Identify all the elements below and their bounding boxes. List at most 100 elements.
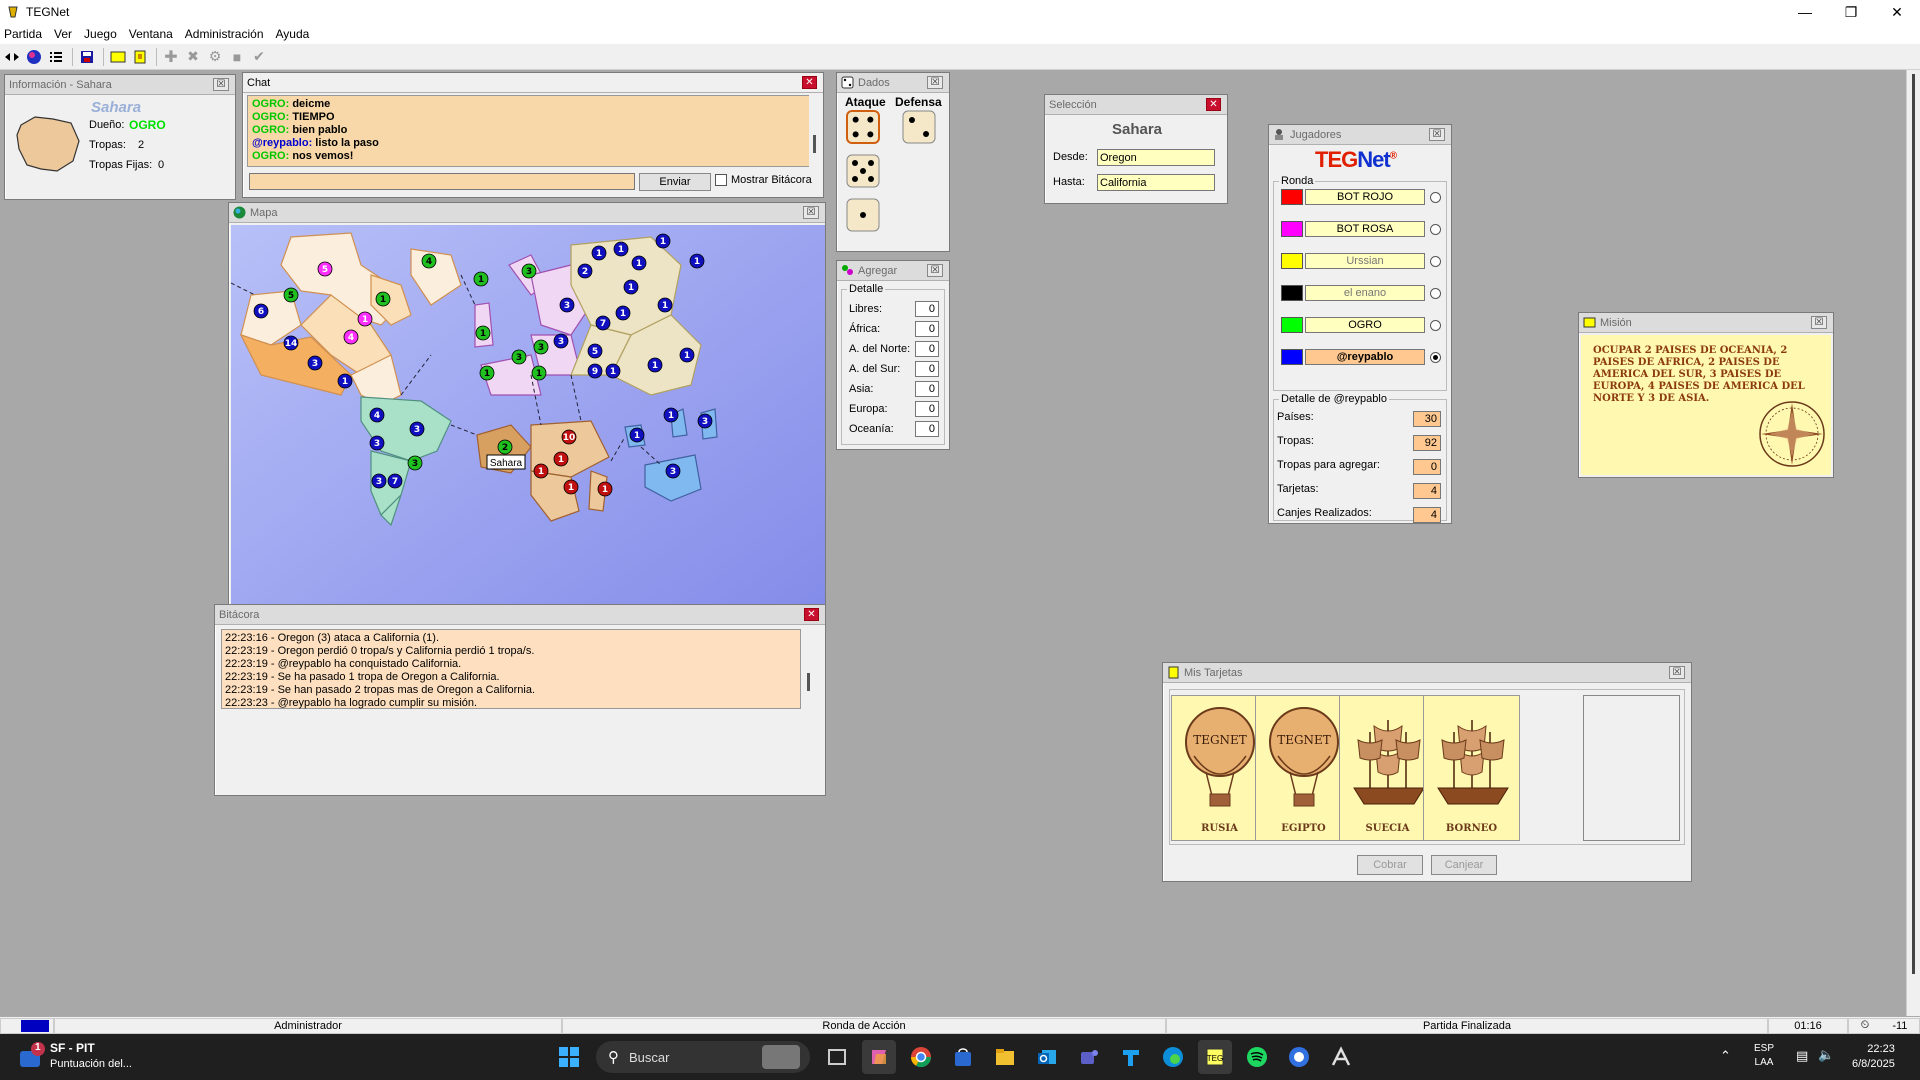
country-card[interactable]: SUECIA [1339,695,1436,841]
army-marker[interactable]: 1 [473,271,489,287]
army-marker[interactable]: 1 [613,241,629,257]
send-button[interactable]: Enviar [639,173,711,191]
army-marker[interactable]: 3 [559,297,575,313]
mission-icon[interactable] [108,47,128,67]
chat-messages[interactable]: OGRO: deicme OGRO: TIEMPO OGRO: bien pablo… [247,95,811,167]
player-row[interactable]: BOT ROSA [1279,221,1445,253]
player-turn-radio[interactable] [1430,192,1441,203]
army-marker[interactable]: 6 [253,303,269,319]
army-marker[interactable]: 1 [531,365,547,381]
army-marker[interactable]: 1 [629,427,645,443]
player-row[interactable]: OGRO [1279,317,1445,349]
tegnet-taskbar-icon[interactable]: TEG [1198,1040,1232,1074]
army-marker[interactable]: 3 [369,435,385,451]
chat-input[interactable] [249,173,635,190]
collect-button[interactable]: Cobrar [1357,855,1423,875]
army-marker[interactable]: 2 [497,439,513,455]
add-close-icon[interactable]: ☒ [927,264,943,277]
dice-close-icon[interactable]: ☒ [927,76,943,89]
army-marker[interactable]: 14 [283,335,299,351]
army-marker[interactable]: 4 [343,329,359,345]
show-log-checkbox[interactable] [715,174,727,186]
army-marker[interactable]: 1 [663,407,679,423]
army-marker[interactable]: 1 [337,373,353,389]
army-marker[interactable]: 3 [371,473,387,489]
army-marker[interactable]: 3 [533,339,549,355]
connect-icon[interactable] [2,47,22,67]
menu-partida[interactable]: Partida [4,27,42,41]
notification-widget[interactable]: 1 [16,1041,48,1073]
player-turn-radio[interactable] [1430,352,1441,363]
army-marker[interactable]: 1 [657,297,673,313]
chat-scrollbar[interactable] [809,95,821,167]
close-icon[interactable]: ✕ [1874,0,1920,24]
army-marker[interactable]: 3 [665,463,681,479]
chrome-icon[interactable] [904,1040,938,1074]
army-marker[interactable]: 3 [521,263,537,279]
info-window-titlebar[interactable]: Información - Sahara ☒ [5,75,235,95]
exchange-button[interactable]: Canjear [1431,855,1497,875]
army-marker[interactable]: 1 [479,365,495,381]
army-marker[interactable]: 1 [679,347,695,363]
menu-administracion[interactable]: Administración [185,27,264,41]
army-marker[interactable]: 1 [563,479,579,495]
army-marker[interactable]: 3 [407,455,423,471]
army-marker[interactable]: 1 [597,481,613,497]
player-turn-radio[interactable] [1430,224,1441,235]
player-row[interactable]: el enano [1279,285,1445,317]
country-card[interactable]: TEGNET EGIPTO [1255,695,1352,841]
player-row[interactable]: Urssian [1279,253,1445,285]
army-marker[interactable]: 1 [647,357,663,373]
army-marker[interactable]: 9 [587,363,603,379]
army-marker[interactable]: 3 [553,333,569,349]
spotify-icon[interactable] [1240,1040,1274,1074]
players-window-titlebar[interactable]: Jugadores ☒ [1269,125,1451,145]
dice-window-titlebar[interactable]: Dados ☒ [837,73,949,93]
army-marker[interactable]: 3 [511,349,527,365]
task-view-icon[interactable] [820,1040,854,1074]
mission-close-icon[interactable]: ☒ [1811,316,1827,329]
army-marker[interactable]: 1 [553,451,569,467]
log-window-titlebar[interactable]: Bitácora ✕ [215,605,825,625]
army-marker[interactable]: 5 [317,261,333,277]
world-map[interactable]: 5561141431443333 71313331 131 12111171159 11… [231,225,825,667]
army-marker[interactable]: 1 [615,305,631,321]
player-turn-radio[interactable] [1430,320,1441,331]
army-marker[interactable]: 4 [421,253,437,269]
country-card[interactable]: BORNEO [1423,695,1520,841]
army-marker[interactable]: 5 [283,287,299,303]
minimize-icon[interactable]: — [1782,0,1828,24]
a-app-icon[interactable] [1324,1040,1358,1074]
army-marker[interactable]: 1 [631,255,647,271]
search-box[interactable]: ⚲ Buscar [596,1041,810,1073]
army-marker[interactable]: 3 [697,413,713,429]
chat-close-icon[interactable]: ✕ [802,76,817,89]
menu-juego[interactable]: Juego [84,27,117,41]
army-marker[interactable]: 4 [369,407,385,423]
selection-close-icon[interactable]: ✕ [1206,98,1221,111]
player-turn-radio[interactable] [1430,288,1441,299]
army-marker[interactable]: 3 [409,421,425,437]
log-close-icon[interactable]: ✕ [804,608,819,621]
file-explorer-icon[interactable] [988,1040,1022,1074]
app-t-icon[interactable] [1114,1040,1148,1074]
army-marker[interactable]: 1 [375,291,391,307]
army-marker[interactable]: 1 [357,311,373,327]
player-row[interactable]: @reypablo [1279,349,1445,381]
log-messages[interactable]: 22:23:16 - Oregon (3) ataca a California… [221,629,801,709]
volume-icon[interactable]: 🔈 [1818,1047,1834,1063]
army-marker[interactable]: 2 [577,263,593,279]
player-row[interactable]: BOT ROJO [1279,189,1445,221]
edge-icon[interactable] [1156,1040,1190,1074]
country-card[interactable]: TEGNET RUSIA [1171,695,1268,841]
to-field[interactable]: California [1097,174,1215,191]
list-icon[interactable] [46,47,66,67]
cards-close-icon[interactable]: ☒ [1669,666,1685,679]
players-close-icon[interactable]: ☒ [1429,128,1445,141]
chat-window-titlebar[interactable]: Chat ✕ [243,73,823,93]
globe-icon[interactable] [24,47,44,67]
menu-ayuda[interactable]: Ayuda [276,27,310,41]
map-window-titlebar[interactable]: Mapa ☒ [229,203,825,223]
notification-text[interactable]: SF - PIT Puntuación del... [50,1040,132,1072]
clock[interactable]: 22:23 6/8/2025 [1852,1042,1895,1072]
